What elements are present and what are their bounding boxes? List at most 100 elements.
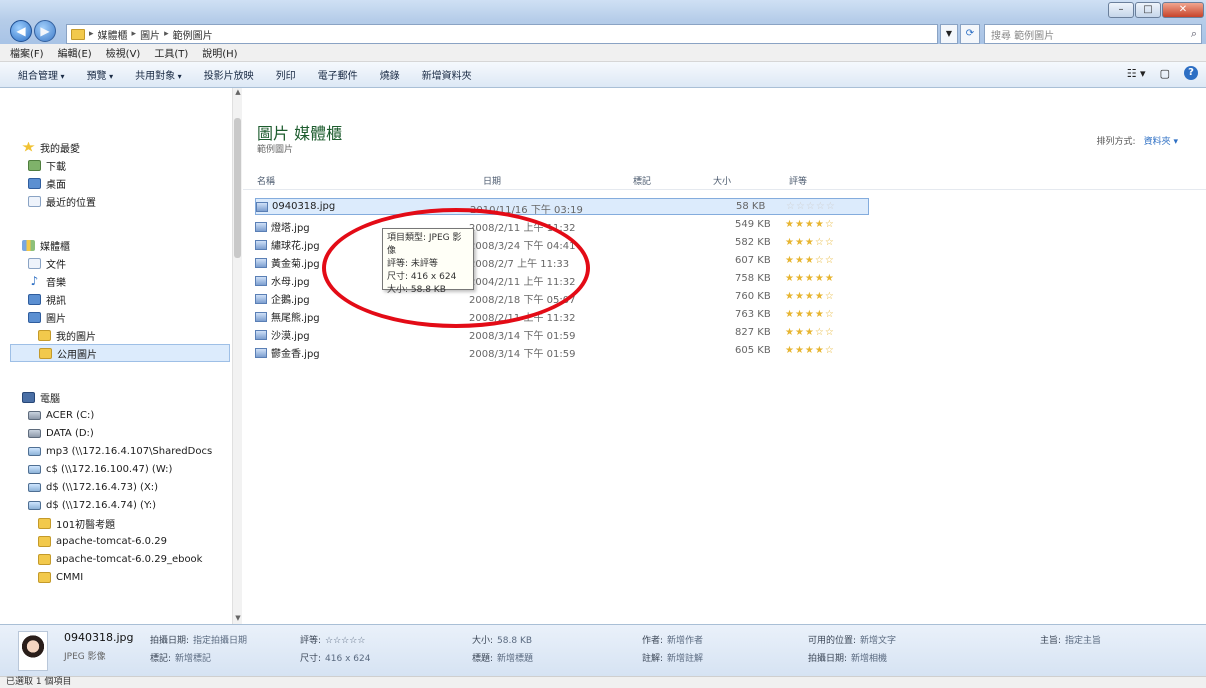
share-with-button[interactable]: 共用對象 (135, 67, 182, 82)
documents-icon (28, 257, 41, 269)
menu-edit[interactable]: 編輯(E) (58, 45, 92, 60)
rating-stars[interactable]: ☆☆☆☆☆ (786, 201, 836, 212)
detail-authors[interactable]: 作者: 新增作者 (642, 633, 703, 646)
back-button[interactable]: ◀ (10, 20, 32, 42)
nav-videos[interactable]: 視訊 (28, 290, 66, 308)
address-bar[interactable]: ▸ 媒體櫃 ▸ 圖片 ▸ 範例圖片 (66, 24, 938, 44)
burn-button[interactable]: 燒錄 (380, 67, 400, 82)
close-button[interactable]: ✕ (1162, 2, 1204, 18)
address-dropdown-button[interactable]: ▼ (940, 24, 958, 44)
scroll-down-icon[interactable]: ▼ (233, 614, 243, 624)
desktop-icon (28, 177, 41, 189)
nav-documents[interactable]: 文件 (28, 254, 66, 272)
maximize-button[interactable]: □ (1135, 2, 1161, 18)
detail-title[interactable]: 標題: 新增標題 (472, 651, 533, 664)
new-folder-button[interactable]: 新增資料夾 (422, 67, 472, 82)
slideshow-button[interactable]: 投影片放映 (204, 67, 254, 82)
detail-date-taken[interactable]: 拍攝日期: 指定拍攝日期 (150, 633, 247, 646)
column-rating[interactable]: 評等 (789, 174, 807, 187)
arrange-by[interactable]: 排列方式: 資料夾 ▾ (1097, 134, 1178, 147)
arrange-value[interactable]: 資料夾 ▾ (1144, 134, 1178, 147)
nav-favorites[interactable]: 我的最愛 (22, 138, 80, 156)
nav-network-y[interactable]: d$ (\\172.16.4.74) (Y:) (28, 496, 156, 514)
file-size: 582 KB (735, 237, 771, 248)
menu-file[interactable]: 檔案(F) (10, 45, 44, 60)
nav-music[interactable]: ♪ 音樂 (28, 272, 66, 290)
rating-stars[interactable]: ★★★★☆ (785, 219, 835, 230)
nav-folder-tomcat[interactable]: apache-tomcat-6.0.29 (38, 532, 167, 550)
rating-stars[interactable]: ★★★★☆ (785, 345, 835, 356)
file-row[interactable]: 鬱金香.jpg 2008/3/14 下午 01:59 605 KB ★★★★☆ (255, 343, 869, 360)
nav-network-w[interactable]: c$ (\\172.16.100.47) (W:) (28, 460, 172, 478)
nav-folder-101[interactable]: 101初醫考題 (38, 514, 115, 532)
file-row[interactable]: 無尾熊.jpg 2008/2/11 上午 11:32 763 KB ★★★★☆ (255, 307, 869, 324)
forward-button[interactable]: ▶ (34, 20, 56, 42)
nav-folder-tomcat-ebook[interactable]: apache-tomcat-6.0.29_ebook (38, 550, 202, 568)
search-icon[interactable]: ⌕ (1191, 27, 1197, 41)
search-input[interactable]: 搜尋 範例圖片 ⌕ (984, 24, 1202, 44)
help-icon[interactable]: ? (1184, 66, 1198, 80)
folder-icon (38, 329, 51, 341)
column-tags[interactable]: 標記 (633, 174, 651, 187)
nav-desktop[interactable]: 桌面 (28, 174, 66, 192)
column-size[interactable]: 大小 (713, 174, 731, 187)
column-date[interactable]: 日期 (483, 174, 501, 187)
column-name[interactable]: 名稱 (257, 174, 275, 187)
nav-scrollbar[interactable]: ▲ ▼ (232, 88, 242, 624)
file-row[interactable]: 0940318.jpg 2010/11/16 下午 03:19 58 KB ☆☆… (255, 198, 869, 216)
refresh-button[interactable]: ⟳ (960, 24, 980, 44)
detail-rating[interactable]: 評等: ☆☆☆☆☆ (300, 633, 365, 646)
rating-stars[interactable]: ★★★☆☆ (785, 255, 835, 266)
folder-icon (38, 535, 51, 547)
menu-tools[interactable]: 工具(T) (154, 45, 188, 60)
nav-label: 電腦 (40, 393, 60, 405)
library-subtitle: 範例圖片 (257, 145, 294, 155)
nav-pictures[interactable]: 圖片 (28, 308, 66, 326)
menu-help[interactable]: 說明(H) (202, 45, 237, 60)
nav-public-pictures[interactable]: 公用圖片 (10, 344, 230, 362)
print-button[interactable]: 列印 (276, 67, 296, 82)
menu-view[interactable]: 檢視(V) (106, 45, 141, 60)
nav-drive-d[interactable]: DATA (D:) (28, 424, 94, 442)
nav-recent-places[interactable]: 最近的位置 (28, 192, 96, 210)
image-file-icon (255, 347, 267, 358)
network-drive-icon (28, 464, 41, 474)
nav-label: 下載 (46, 161, 66, 173)
details-file-type: JPEG 影像 (64, 652, 106, 662)
nav-network-mp3[interactable]: mp3 (\\172.16.4.107\SharedDocs (28, 442, 212, 460)
preview-pane-icon[interactable]: ▢ (1160, 67, 1170, 80)
detail-tags[interactable]: 標記: 新增標記 (150, 651, 211, 664)
detail-subject[interactable]: 主旨: 指定主旨 (1040, 633, 1101, 646)
rating-stars[interactable]: ★★★★☆ (785, 291, 835, 302)
breadcrumb-sample-pictures[interactable]: 範例圖片 (173, 27, 213, 42)
organize-button[interactable]: 組合管理 (18, 67, 65, 82)
preview-button[interactable]: 預覽 (87, 67, 114, 82)
nav-label: 我的最愛 (40, 143, 80, 155)
file-name: 燈塔.jpg (271, 223, 310, 234)
nav-drive-c[interactable]: ACER (C:) (28, 406, 94, 424)
rating-stars[interactable]: ★★★☆☆ (785, 237, 835, 248)
nav-libraries[interactable]: 媒體櫃 (22, 236, 70, 254)
nav-computer[interactable]: 電腦 (22, 388, 60, 406)
scroll-up-icon[interactable]: ▲ (233, 88, 243, 98)
breadcrumb-pictures[interactable]: 圖片 (140, 27, 160, 42)
file-row[interactable]: 沙漠.jpg 2008/3/14 下午 01:59 827 KB ★★★☆☆ (255, 325, 869, 342)
nav-my-pictures[interactable]: 我的圖片 (38, 326, 96, 344)
nav-network-x[interactable]: d$ (\\172.16.4.73) (X:) (28, 478, 158, 496)
rating-stars[interactable]: ★★★☆☆ (785, 327, 835, 338)
breadcrumb-libraries[interactable]: 媒體櫃 (98, 27, 128, 42)
rating-stars[interactable]: ★★★★☆ (785, 309, 835, 320)
recent-places-icon (28, 195, 41, 207)
minimize-button[interactable]: – (1108, 2, 1134, 18)
nav-folder-cmmi[interactable]: CMMI (38, 568, 83, 586)
nav-downloads[interactable]: 下載 (28, 156, 66, 174)
file-date: 2008/3/14 下午 01:59 (469, 331, 576, 342)
rating-stars[interactable]: ★★★★★ (785, 273, 835, 284)
detail-comments[interactable]: 註解: 新增註解 (642, 651, 703, 664)
change-view-icon[interactable]: ☷ ▾ (1127, 67, 1146, 80)
detail-camera-model[interactable]: 拍攝日期: 新增相機 (808, 651, 887, 664)
menu-bar: 檔案(F) 編輯(E) 檢視(V) 工具(T) 說明(H) (0, 44, 1206, 62)
email-button[interactable]: 電子郵件 (318, 67, 358, 82)
detail-camera-field[interactable]: 可用的位置: 新增文字 (808, 633, 896, 646)
scroll-thumb[interactable] (234, 118, 241, 258)
